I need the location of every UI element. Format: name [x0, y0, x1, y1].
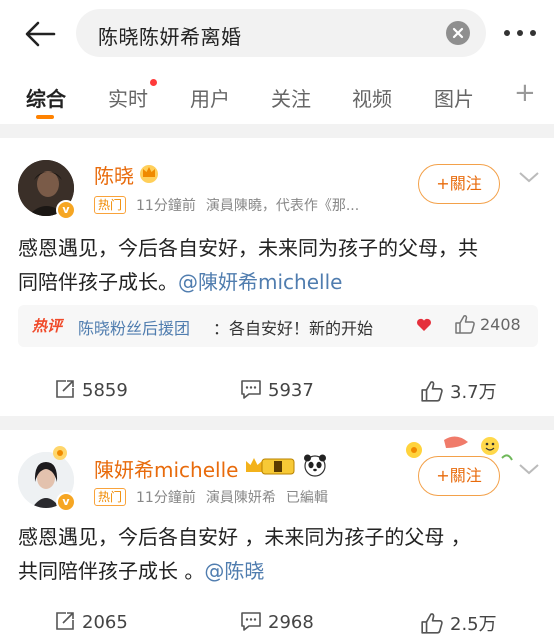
repost-button[interactable]: 5859 — [54, 378, 128, 401]
top-bar: 陈晓陈妍希离婚 — [0, 0, 554, 66]
post-meta: 热门 11分鐘前 演員陳曉，代表作《那... — [94, 195, 369, 215]
verified-badge-icon: v — [56, 492, 76, 512]
member-level-badge-icon — [246, 458, 295, 475]
author-description: 演員陳曉，代表作《那... — [205, 198, 360, 214]
comment-icon — [241, 380, 261, 399]
tab-realtime[interactable]: 实时 — [108, 83, 148, 112]
hot-comment-text: ：各自安好！新的开始 — [213, 319, 374, 338]
hot-comment-tag: 热评 — [32, 317, 63, 335]
chevron-down-icon[interactable] — [518, 170, 540, 184]
comment-count: 5937 — [268, 380, 314, 401]
back-arrow-icon[interactable] — [22, 16, 58, 52]
follow-button[interactable]: +關注 — [418, 456, 500, 496]
edited-label: 已編輯 — [285, 490, 328, 506]
post-time: 11分鐘前 — [136, 490, 196, 506]
divider — [0, 124, 554, 138]
panda-icon — [304, 454, 326, 477]
repost-count: 5859 — [82, 380, 128, 401]
chevron-down-icon[interactable] — [518, 462, 540, 476]
comment-button[interactable]: 2968 — [240, 610, 314, 633]
comment-count: 2968 — [268, 612, 314, 633]
mention-link[interactable]: @陈晓 — [204, 559, 264, 583]
new-content-dot — [150, 79, 157, 86]
search-tabs: 综合 实时 用户 关注 视频 图片 + — [0, 66, 554, 120]
post-text-line: 感恩遇见，今后各自安好，未来同为孩子的父母，共 — [18, 236, 478, 260]
follow-button[interactable]: +關注 — [418, 164, 500, 204]
post-time: 11分鐘前 — [136, 198, 196, 214]
repost-button[interactable]: 2065 — [54, 610, 128, 633]
comment-button[interactable]: 5937 — [240, 378, 314, 401]
tab-following[interactable]: 关注 — [271, 83, 311, 112]
add-tab-icon[interactable]: + — [514, 78, 536, 108]
mention-link[interactable]: @陳妍希michelle — [178, 270, 342, 294]
post-card: v 陈晓 热门 11分鐘前 演員陳曉，代表作《那... +關注 感恩遇见，今后各自安… — [0, 138, 554, 416]
like-button[interactable]: 3.7万 — [420, 378, 497, 404]
heart-icon — [417, 318, 431, 331]
post-actions: 5859 5937 3.7万 — [0, 368, 554, 414]
post-body: 感恩遇见，今后各自安好，未来同为孩子的父母，共 同陪伴孩子成长。@陳妍希mich… — [18, 231, 538, 299]
verified-badge-icon: v — [56, 200, 76, 220]
hot-badge: 热门 — [94, 488, 127, 506]
post-author-name[interactable]: 陳妍希michelle — [94, 454, 238, 483]
hot-comment-likes: 2408 — [480, 315, 521, 334]
crown-badge-icon — [140, 165, 158, 183]
more-options-icon[interactable] — [502, 30, 538, 38]
like-count: 3.7万 — [450, 382, 497, 403]
post-meta: 热门 11分鐘前 演員陳妍希 已編輯 — [94, 487, 338, 507]
hot-comment[interactable]: 热评 陈晓粉丝后援团 ：各自安好！新的开始 2408 — [18, 305, 538, 347]
thumbs-up-icon — [421, 613, 443, 634]
post-body: 感恩遇见，今后各自安好 ，未来同为孩子的父母 ， 共同陪伴孩子成长 。@陈晓 — [18, 520, 538, 588]
hot-comment-like-button[interactable]: 2408 — [454, 314, 521, 334]
tab-video[interactable]: 视频 — [352, 83, 392, 112]
search-input[interactable]: 陈晓陈妍希离婚 — [76, 9, 486, 57]
like-count: 2.5万 — [450, 614, 497, 635]
hot-comment-user[interactable]: 陈晓粉丝后援团 — [78, 315, 190, 339]
post-card: v 陳妍希michelle 热门 11分鐘前 演員陳妍希 已編輯 +關注 感恩遇见，今… — [0, 430, 554, 640]
search-query[interactable]: 陈晓陈妍希离婚 — [98, 21, 242, 50]
post-text-line: 共同陪伴孩子成长 。 — [18, 559, 205, 583]
divider — [0, 416, 554, 430]
thumbs-up-icon — [421, 381, 443, 402]
post-text-line: 感恩遇见，今后各自安好 ，未来同为孩子的父母 ， — [18, 525, 471, 549]
thumbs-up-icon — [455, 314, 475, 334]
active-tab-indicator — [36, 115, 54, 119]
flower-decoration-icon — [53, 446, 67, 460]
clear-search-icon[interactable] — [446, 21, 470, 45]
tab-general[interactable]: 综合 — [26, 83, 66, 112]
repost-count: 2065 — [82, 612, 128, 633]
hot-badge: 热门 — [94, 196, 127, 214]
post-actions: 2065 2968 2.5万 — [0, 600, 554, 640]
like-button[interactable]: 2.5万 — [420, 610, 497, 636]
tab-users[interactable]: 用户 — [190, 83, 230, 112]
repost-icon — [56, 612, 74, 630]
comment-icon — [241, 612, 261, 631]
post-author-name[interactable]: 陈晓 — [94, 160, 134, 189]
repost-icon — [56, 380, 74, 398]
author-description: 演員陳妍希 — [205, 490, 276, 506]
tab-images[interactable]: 图片 — [434, 83, 474, 112]
post-text-line: 同陪伴孩子成长。 — [18, 270, 178, 294]
